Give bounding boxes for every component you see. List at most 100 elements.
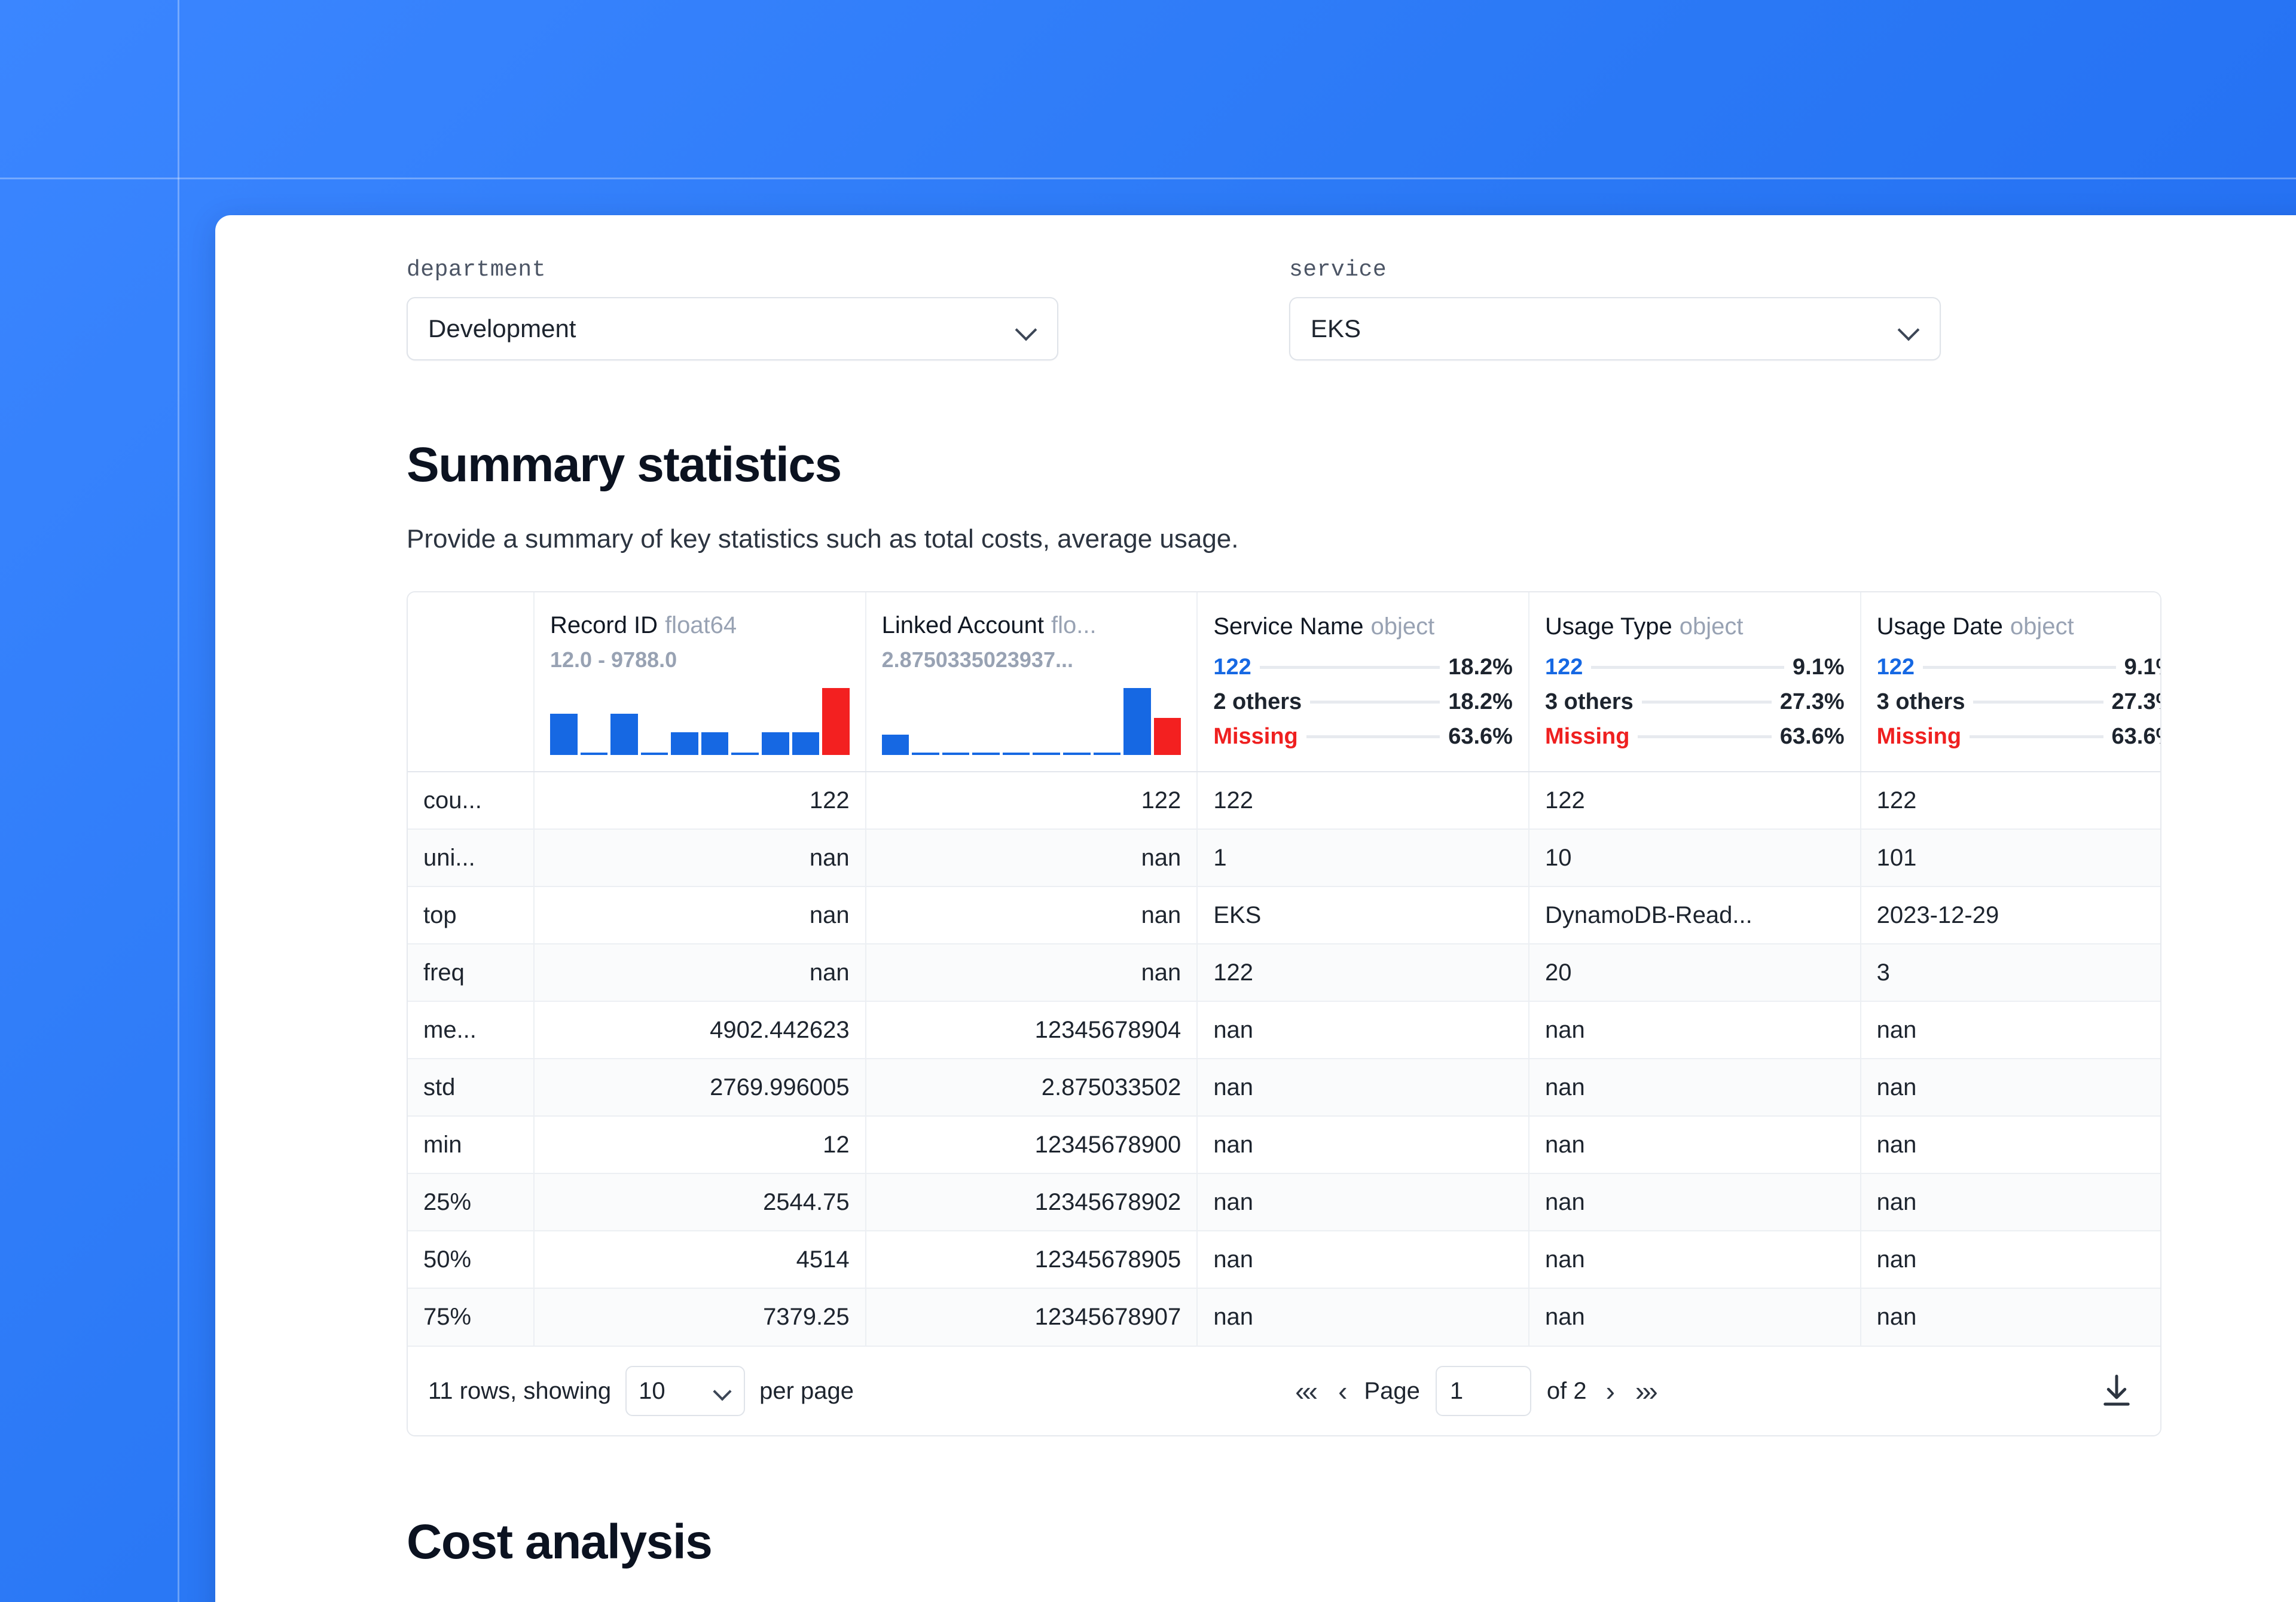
column-dtype: object bbox=[2010, 613, 2074, 640]
cell: EKS bbox=[1197, 886, 1529, 944]
column-header-usage-date[interactable]: Usage Dateobject 122 9.1% 3 others bbox=[1861, 592, 2161, 772]
per-page-select[interactable]: 10 bbox=[625, 1366, 745, 1416]
cell: 20 bbox=[1529, 944, 1861, 1001]
cell: 12345678900 bbox=[866, 1116, 1198, 1173]
service-select[interactable]: EKS bbox=[1289, 297, 1941, 360]
service-label: service bbox=[1289, 257, 1941, 283]
row-label: min bbox=[408, 1116, 534, 1173]
column-name: Usage Date bbox=[1877, 613, 2003, 640]
cell: nan bbox=[866, 886, 1198, 944]
cell: nan bbox=[1861, 1173, 2161, 1231]
table-row: top nan nan EKS DynamoDB-Read... 2023-12… bbox=[408, 886, 2161, 944]
page-total-label: of 2 bbox=[1547, 1378, 1587, 1405]
cell: 12345678905 bbox=[866, 1231, 1198, 1288]
column-dtype: object bbox=[1371, 613, 1435, 640]
dist-bar bbox=[1306, 735, 1440, 738]
cost-analysis-title: Cost analysis bbox=[407, 1514, 2296, 1570]
cell: 12345678902 bbox=[866, 1173, 1198, 1231]
prev-page-button[interactable]: ‹ bbox=[1335, 1374, 1348, 1408]
dist-bar bbox=[1970, 735, 2103, 738]
cell: nan bbox=[1197, 1059, 1529, 1116]
dist-bar bbox=[1923, 666, 2116, 669]
table-row: 25% 2544.75 12345678902 nan nan nan 283.… bbox=[408, 1173, 2161, 1231]
column-range: 2.8750335023937... bbox=[882, 647, 1181, 672]
usage-date-distribution: 122 9.1% 3 others 27.3% bbox=[1877, 650, 2161, 754]
section-description: Provide a summary of key statistics such… bbox=[407, 524, 2296, 554]
dist-bar bbox=[1642, 701, 1772, 704]
filter-service: service EKS bbox=[1289, 257, 1941, 360]
cell: nan bbox=[1529, 1231, 1861, 1288]
cell: 2769.996005 bbox=[534, 1059, 866, 1116]
cell: nan bbox=[1197, 1173, 1529, 1231]
service-select-value: EKS bbox=[1311, 314, 1898, 343]
column-name: Usage Type bbox=[1545, 613, 1672, 640]
table: Record IDfloat64 12.0 - 9788.0 bbox=[408, 592, 2161, 1346]
service-name-distribution: 122 18.2% 2 others 18.2% bbox=[1213, 650, 1513, 754]
table-row: std 2769.996005 2.875033502 nan nan nan … bbox=[408, 1059, 2161, 1116]
row-label: cou... bbox=[408, 772, 534, 829]
cell: nan bbox=[1529, 1288, 1861, 1346]
dist-bar bbox=[1260, 666, 1440, 669]
cell: nan bbox=[1529, 1116, 1861, 1173]
table-header: Record IDfloat64 12.0 - 9788.0 bbox=[408, 592, 2161, 772]
table-row: uni... nan nan 1 10 101 na bbox=[408, 829, 2161, 886]
dist-row: 2 others 18.2% bbox=[1213, 684, 1513, 719]
summary-statistics-table: Record IDfloat64 12.0 - 9788.0 bbox=[407, 591, 2161, 1436]
department-select[interactable]: Development bbox=[407, 297, 1058, 360]
row-label: freq bbox=[408, 944, 534, 1001]
column-name: Record ID bbox=[550, 612, 658, 638]
row-label: 75% bbox=[408, 1288, 534, 1346]
cell: nan bbox=[534, 944, 866, 1001]
column-header-usage-type[interactable]: Usage Typeobject 122 9.1% 3 others bbox=[1529, 592, 1861, 772]
cell: nan bbox=[1861, 1231, 2161, 1288]
chevron-down-icon bbox=[714, 1382, 732, 1400]
cell: nan bbox=[1529, 1059, 1861, 1116]
dist-bar bbox=[1973, 701, 2103, 704]
row-label: 50% bbox=[408, 1231, 534, 1288]
cell: nan bbox=[1529, 1001, 1861, 1059]
next-page-button[interactable]: › bbox=[1602, 1374, 1616, 1408]
per-page-value: 10 bbox=[639, 1378, 665, 1405]
cell: nan bbox=[866, 944, 1198, 1001]
cell: 12345678904 bbox=[866, 1001, 1198, 1059]
table-row: cou... 122 122 122 122 122 12 bbox=[408, 772, 2161, 829]
table-row: 75% 7379.25 12345678907 nan nan nan 757.… bbox=[408, 1288, 2161, 1346]
first-page-button[interactable]: ‹‹‹ bbox=[1292, 1374, 1319, 1408]
cell: nan bbox=[866, 829, 1198, 886]
cell: nan bbox=[1861, 1116, 2161, 1173]
dist-bar bbox=[1638, 735, 1771, 738]
column-header-record-id[interactable]: Record IDfloat64 12.0 - 9788.0 bbox=[534, 592, 866, 772]
cell: nan bbox=[534, 886, 866, 944]
dist-row: 122 9.1% bbox=[1545, 650, 1845, 684]
dist-row: 122 18.2% bbox=[1213, 650, 1513, 684]
cell: nan bbox=[1197, 1001, 1529, 1059]
cell: 122 bbox=[1861, 772, 2161, 829]
cell: DynamoDB-Read... bbox=[1529, 886, 1861, 944]
cell: 101 bbox=[1861, 829, 2161, 886]
rows-count-label: 11 rows, showing bbox=[428, 1378, 611, 1405]
cell: 1 bbox=[1197, 829, 1529, 886]
filter-department: department Development bbox=[407, 257, 1058, 360]
cell: 122 bbox=[1197, 772, 1529, 829]
column-header-service-name[interactable]: Service Nameobject 122 18.2% 2 others bbox=[1197, 592, 1529, 772]
dist-row: 122 9.1% bbox=[1877, 650, 2161, 684]
cell: nan bbox=[1861, 1288, 2161, 1346]
table-row: freq nan nan 122 20 3 na bbox=[408, 944, 2161, 1001]
row-label: me... bbox=[408, 1001, 534, 1059]
page-title: Summary statistics bbox=[407, 437, 2296, 493]
chevron-down-icon bbox=[1898, 318, 1919, 340]
page-number-input[interactable]: 1 bbox=[1436, 1366, 1531, 1416]
department-select-value: Development bbox=[428, 314, 1015, 343]
download-icon[interactable] bbox=[2097, 1371, 2136, 1411]
cell: 10 bbox=[1529, 829, 1861, 886]
cell: 7379.25 bbox=[534, 1288, 866, 1346]
last-page-button[interactable]: ››› bbox=[1632, 1374, 1659, 1408]
page-number-value: 1 bbox=[1450, 1378, 1463, 1405]
cell: 122 bbox=[534, 772, 866, 829]
column-header-linked-account[interactable]: Linked Accountflo... 2.8750335023937... bbox=[866, 592, 1198, 772]
filter-bar: department Development service EKS bbox=[407, 257, 2296, 360]
cell: 3 bbox=[1861, 944, 2161, 1001]
table-row: me... 4902.442623 12345678904 nan nan na… bbox=[408, 1001, 2161, 1059]
linked-account-histogram bbox=[882, 688, 1181, 755]
usage-type-distribution: 122 9.1% 3 others 27.3% bbox=[1545, 650, 1845, 754]
